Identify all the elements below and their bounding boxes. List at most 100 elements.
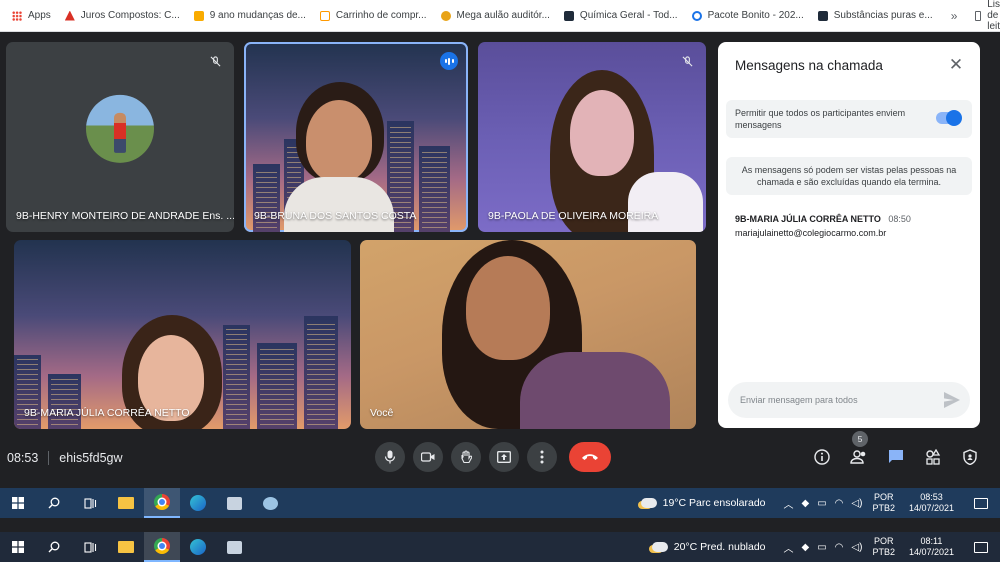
taskbar-app[interactable] [216,488,252,518]
weather-cloud-icon [640,498,657,508]
people-button[interactable]: 5 [847,431,871,469]
task-view-button[interactable] [72,532,108,562]
chrome-icon [154,494,170,510]
search-icon [48,541,60,553]
participant-tile-self[interactable]: Você [360,240,696,429]
windows-icon [12,541,24,553]
search-button[interactable] [36,488,72,518]
camera-button[interactable] [413,442,443,472]
side-controls: 5 [810,431,982,469]
folder-icon [118,541,134,553]
end-call-button[interactable] [569,442,611,472]
raise-hand-button[interactable] [451,442,481,472]
taskbar-file-explorer[interactable] [108,488,144,518]
bookmark-quimica-geral[interactable]: Química Geral - Tod... [558,5,684,27]
red-triangle-icon [64,10,75,21]
taskbar-inner: 19°C Parc ensolarado ︿ ◆ ▭ ◠ ◁) POR PTB2 … [0,488,1000,518]
people-icon [850,450,866,464]
wifi-icon[interactable]: ◠ [835,498,844,509]
volume-icon[interactable]: ◁) [851,498,862,509]
send-icon[interactable] [944,392,960,408]
meet-stage: 9B-HENRY MONTEIRO DE ANDRADE Ens. ... 9B… [0,32,1000,488]
weather-widget[interactable]: 20°C Pred. nublado [651,541,766,553]
participant-tile-maria-julia[interactable]: 9B-MARIA JÚLIA CORRÊA NETTO [14,240,351,429]
battery-icon[interactable]: ▭ [817,542,826,553]
participant-tile-paola[interactable]: 9B-PAOLA DE OLIVEIRA MOREIRA [478,42,706,232]
start-button[interactable] [0,488,36,518]
hand-icon [461,450,472,464]
input-language[interactable]: POR PTB2 [872,536,895,558]
system-tray: 20°C Pred. nublado ︿ ◆ ▭ ◠ ◁) POR PTB2 08… [651,532,1000,562]
message-time: 08:50 [888,214,911,224]
allow-messages-toggle[interactable] [936,110,962,126]
taskbar-edge[interactable] [180,532,216,562]
chevron-up-icon[interactable]: ︿ [784,540,794,555]
more-vert-icon [540,450,544,464]
chrome-icon [154,538,170,554]
input-language[interactable]: POR PTB2 [872,492,895,514]
chat-button[interactable] [884,445,908,469]
shield-icon [963,449,977,465]
taskbar-paint[interactable] [252,488,288,518]
wifi-icon[interactable]: ◠ [835,542,844,553]
taskbar-edge[interactable] [180,488,216,518]
participant-tile-bruna[interactable]: 9B-BRUNA DOS SANTOS COSTA [244,42,468,232]
present-icon [497,451,511,463]
mic-off-icon [206,52,224,70]
amber-bookmark-icon [440,10,451,21]
meeting-code[interactable]: ehis5fd5gw [59,451,122,465]
amazon-icon [319,10,330,21]
microphone-button[interactable] [375,442,405,472]
present-screen-button[interactable] [489,442,519,472]
dark-bookmark-icon [563,10,574,21]
search-icon [48,497,60,509]
search-button[interactable] [36,532,72,562]
taskbar-chrome[interactable] [144,488,180,518]
bookmark-9-ano-mudancas[interactable]: 9 ano mudanças de... [188,5,312,27]
taskbar-app[interactable] [216,532,252,562]
more-options-button[interactable] [527,442,557,472]
participant-tile-henry[interactable]: 9B-HENRY MONTEIRO DE ANDRADE Ens. ... [6,42,234,232]
weather-widget[interactable]: 19°C Parc ensolarado [640,497,766,509]
participant-name: 9B-HENRY MONTEIRO DE ANDRADE Ens. ... [16,210,234,222]
host-controls-button[interactable] [958,445,982,469]
bookmarks-overflow-button[interactable]: » [941,9,968,23]
start-button[interactable] [0,532,36,562]
allow-messages-setting: Permitir que todos os participantes envi… [726,100,972,138]
call-controls [375,442,611,472]
participant-name: 9B-BRUNA DOS SANTOS COSTA [254,210,417,222]
bookmark-pacote-bonito[interactable]: Pacote Bonito - 202... [686,5,810,27]
close-icon[interactable]: ✕ [946,55,966,75]
meeting-info-button[interactable] [810,445,834,469]
bookmark-juros-compostos[interactable]: Juros Compostos: C... [59,5,186,27]
bookmark-carrinho[interactable]: Carrinho de compr... [314,5,433,27]
bookmark-apps[interactable]: Apps [6,5,57,27]
chevron-up-icon[interactable]: ︿ [784,496,794,511]
taskbar-file-explorer[interactable] [108,532,144,562]
security-icon[interactable]: ◆ [802,498,810,509]
reading-list-button[interactable]: Lista de leitura [975,0,1000,32]
chat-icon [889,450,903,463]
meeting-details: 08:53 ehis5fd5gw [7,451,123,465]
chat-input[interactable] [740,391,930,409]
activities-button[interactable] [921,445,945,469]
notification-icon[interactable] [974,497,988,509]
dark-bookmark-icon [817,10,828,21]
volume-icon[interactable]: ◁) [851,542,862,553]
battery-icon[interactable]: ▭ [817,498,826,509]
avatar [86,94,154,163]
message-text: mariajulainetto@colegiocarmo.com.br [735,228,887,238]
system-clock[interactable]: 08:11 14/07/2021 [909,536,954,558]
taskbar: 20°C Pred. nublado ︿ ◆ ▭ ◠ ◁) POR PTB2 08… [0,532,1000,562]
security-icon[interactable]: ◆ [802,542,810,553]
taskbar-chrome[interactable] [144,532,180,562]
notification-icon[interactable] [974,541,988,553]
apps-grid-icon [12,10,22,21]
system-clock[interactable]: 08:53 14/07/2021 [909,492,954,514]
task-view-button[interactable] [72,488,108,518]
bookmark-substancias[interactable]: Substâncias puras e... [812,5,939,27]
people-count-badge: 5 [852,431,868,447]
chat-input-box [728,382,970,418]
camera-icon [421,452,435,462]
bookmark-mega-aulao[interactable]: Mega aulão auditór... [435,5,556,27]
